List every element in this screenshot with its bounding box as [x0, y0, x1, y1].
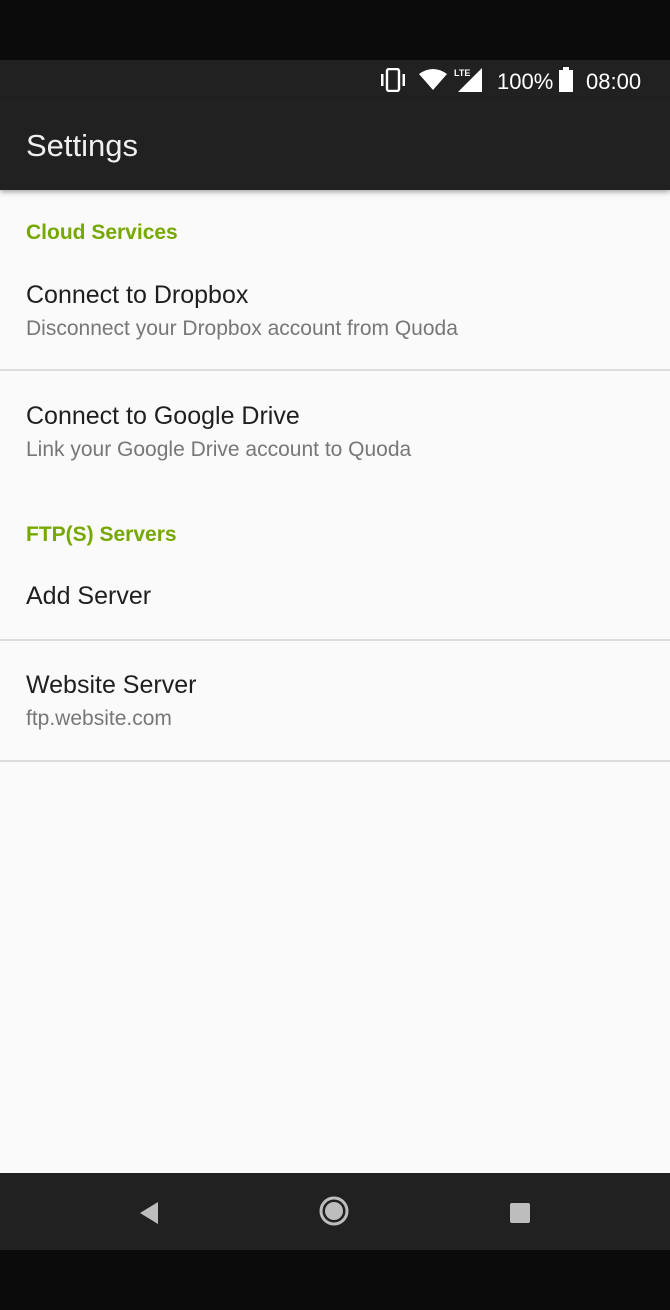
- top-bezel: [0, 0, 670, 60]
- app-bar: Settings: [0, 100, 670, 190]
- recents-icon[interactable]: [509, 1202, 531, 1229]
- pref-connect-dropbox[interactable]: Connect to Dropbox Disconnect your Dropb…: [0, 265, 670, 369]
- settings-screen: LTE 100% 08:00 Settings Cloud Services C…: [0, 0, 670, 1310]
- pref-add-server[interactable]: Add Server: [0, 560, 670, 639]
- bottom-bezel: [0, 1250, 670, 1310]
- pref-title: Connect to Google Drive: [26, 402, 300, 430]
- battery-icon: [558, 67, 574, 98]
- battery-percent: 100%: [497, 69, 554, 94]
- home-icon[interactable]: [318, 1195, 350, 1232]
- pref-connect-google-drive[interactable]: Connect to Google Drive Link your Google…: [0, 371, 670, 481]
- pref-website-server[interactable]: Website Server ftp.website.com: [0, 641, 670, 760]
- pref-summary: ftp.website.com: [26, 707, 172, 730]
- lte-label: LTE: [454, 68, 470, 78]
- pref-summary: Link your Google Drive account to Quoda: [26, 438, 412, 461]
- pref-summary: Disconnect your Dropbox account from Quo…: [26, 317, 458, 340]
- wifi-icon: [418, 69, 448, 96]
- back-icon[interactable]: [136, 1200, 162, 1231]
- lte-signal-icon: LTE: [454, 67, 484, 98]
- section-header-ftp-servers: FTP(S) Servers: [26, 523, 177, 546]
- navigation-bar: [0, 1173, 670, 1250]
- pref-title: Add Server: [26, 582, 152, 610]
- status-clock: 08:00: [586, 69, 642, 94]
- divider: [0, 760, 670, 762]
- section-header-cloud-services: Cloud Services: [26, 221, 178, 244]
- pref-title: Website Server: [26, 671, 197, 699]
- status-bar: LTE 100% 08:00: [0, 60, 670, 100]
- page-title: Settings: [26, 128, 139, 163]
- pref-title: Connect to Dropbox: [26, 281, 249, 309]
- vibrate-icon: [378, 67, 408, 97]
